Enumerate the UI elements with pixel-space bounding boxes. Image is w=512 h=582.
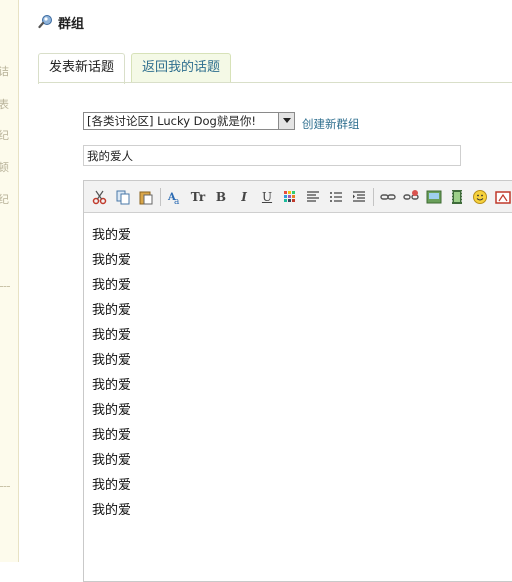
sidebar-glyph: 纪 bbox=[0, 193, 9, 206]
content-line: 我的爱 bbox=[92, 378, 132, 393]
svg-text:a: a bbox=[174, 197, 180, 205]
content-line: 我的爱 bbox=[92, 403, 132, 418]
sidebar-divider bbox=[0, 486, 10, 487]
sidebar-divider bbox=[0, 286, 10, 287]
content-line: 我的爱 bbox=[92, 228, 132, 243]
sidebar-glyph: 表 bbox=[0, 98, 9, 111]
image-icon[interactable] bbox=[424, 187, 444, 207]
color-grid-icon[interactable] bbox=[280, 187, 300, 207]
category-select-value: [各类讨论区] Lucky Dog就是你! bbox=[87, 114, 256, 128]
create-group-link[interactable]: 创建新群组 bbox=[302, 116, 360, 132]
topic-title-input[interactable] bbox=[83, 145, 461, 166]
editor-content[interactable]: 我的爱 我的爱 我的爱 我的爱 我的爱 我的爱 我的爱 我的爱 我的爱 我的爱 … bbox=[92, 223, 131, 523]
toolbar-separator bbox=[373, 187, 374, 206]
content-line: 我的爱 bbox=[92, 478, 132, 493]
page-title: 群组 bbox=[58, 16, 85, 32]
group-icon bbox=[38, 14, 54, 30]
content-line: 我的爱 bbox=[92, 353, 132, 368]
tab-my-topics[interactable]: 返回我的话题 bbox=[131, 53, 232, 82]
content-line: 我的爱 bbox=[92, 303, 132, 318]
content-line: 我的爱 bbox=[92, 328, 132, 343]
category-select[interactable]: [各类讨论区] Lucky Dog就是你! bbox=[83, 112, 295, 130]
align-icon[interactable] bbox=[303, 187, 323, 207]
bold-icon[interactable]: B bbox=[211, 187, 231, 207]
underline-icon[interactable]: U bbox=[257, 187, 277, 207]
link-icon[interactable] bbox=[378, 187, 398, 207]
font-size-icon[interactable]: Tr bbox=[188, 187, 208, 207]
content-line: 我的爱 bbox=[92, 503, 132, 518]
copy-icon[interactable] bbox=[113, 187, 133, 207]
unlink-icon[interactable] bbox=[401, 187, 421, 207]
list-icon[interactable] bbox=[326, 187, 346, 207]
sidebar-glyph: 纪 bbox=[0, 129, 9, 142]
tab-new-topic[interactable]: 发表新话题 bbox=[38, 53, 126, 84]
flash-icon[interactable] bbox=[493, 187, 512, 207]
paste-icon[interactable] bbox=[136, 187, 156, 207]
smiley-icon[interactable] bbox=[470, 187, 490, 207]
chevron-down-icon[interactable] bbox=[278, 113, 294, 129]
content-line: 我的爱 bbox=[92, 278, 132, 293]
content-line: 我的爱 bbox=[92, 453, 132, 468]
toolbar-separator bbox=[160, 187, 161, 206]
left-sidebar-strip: 诘 表 纪 顿 纪 bbox=[0, 0, 19, 562]
font-color-icon[interactable]: Aa bbox=[165, 187, 185, 207]
rich-text-editor[interactable]: Aa Tr B I U 我的爱 我的爱 我的爱 我的爱 我的爱 我的爱 我的爱 … bbox=[83, 180, 512, 582]
editor-toolbar: Aa Tr B I U bbox=[84, 181, 512, 213]
sidebar-glyph: 诘 bbox=[0, 65, 9, 78]
video-icon[interactable] bbox=[447, 187, 467, 207]
italic-icon[interactable]: I bbox=[234, 187, 254, 207]
cut-icon[interactable] bbox=[90, 187, 110, 207]
page-header: 群组 bbox=[38, 12, 84, 32]
content-line: 我的爱 bbox=[92, 253, 132, 268]
tab-divider bbox=[38, 82, 512, 83]
indent-icon[interactable] bbox=[349, 187, 369, 207]
sidebar-glyph: 顿 bbox=[0, 161, 9, 174]
tab-bar: 发表新话题 返回我的话题 bbox=[38, 53, 512, 84]
content-line: 我的爱 bbox=[92, 428, 132, 443]
